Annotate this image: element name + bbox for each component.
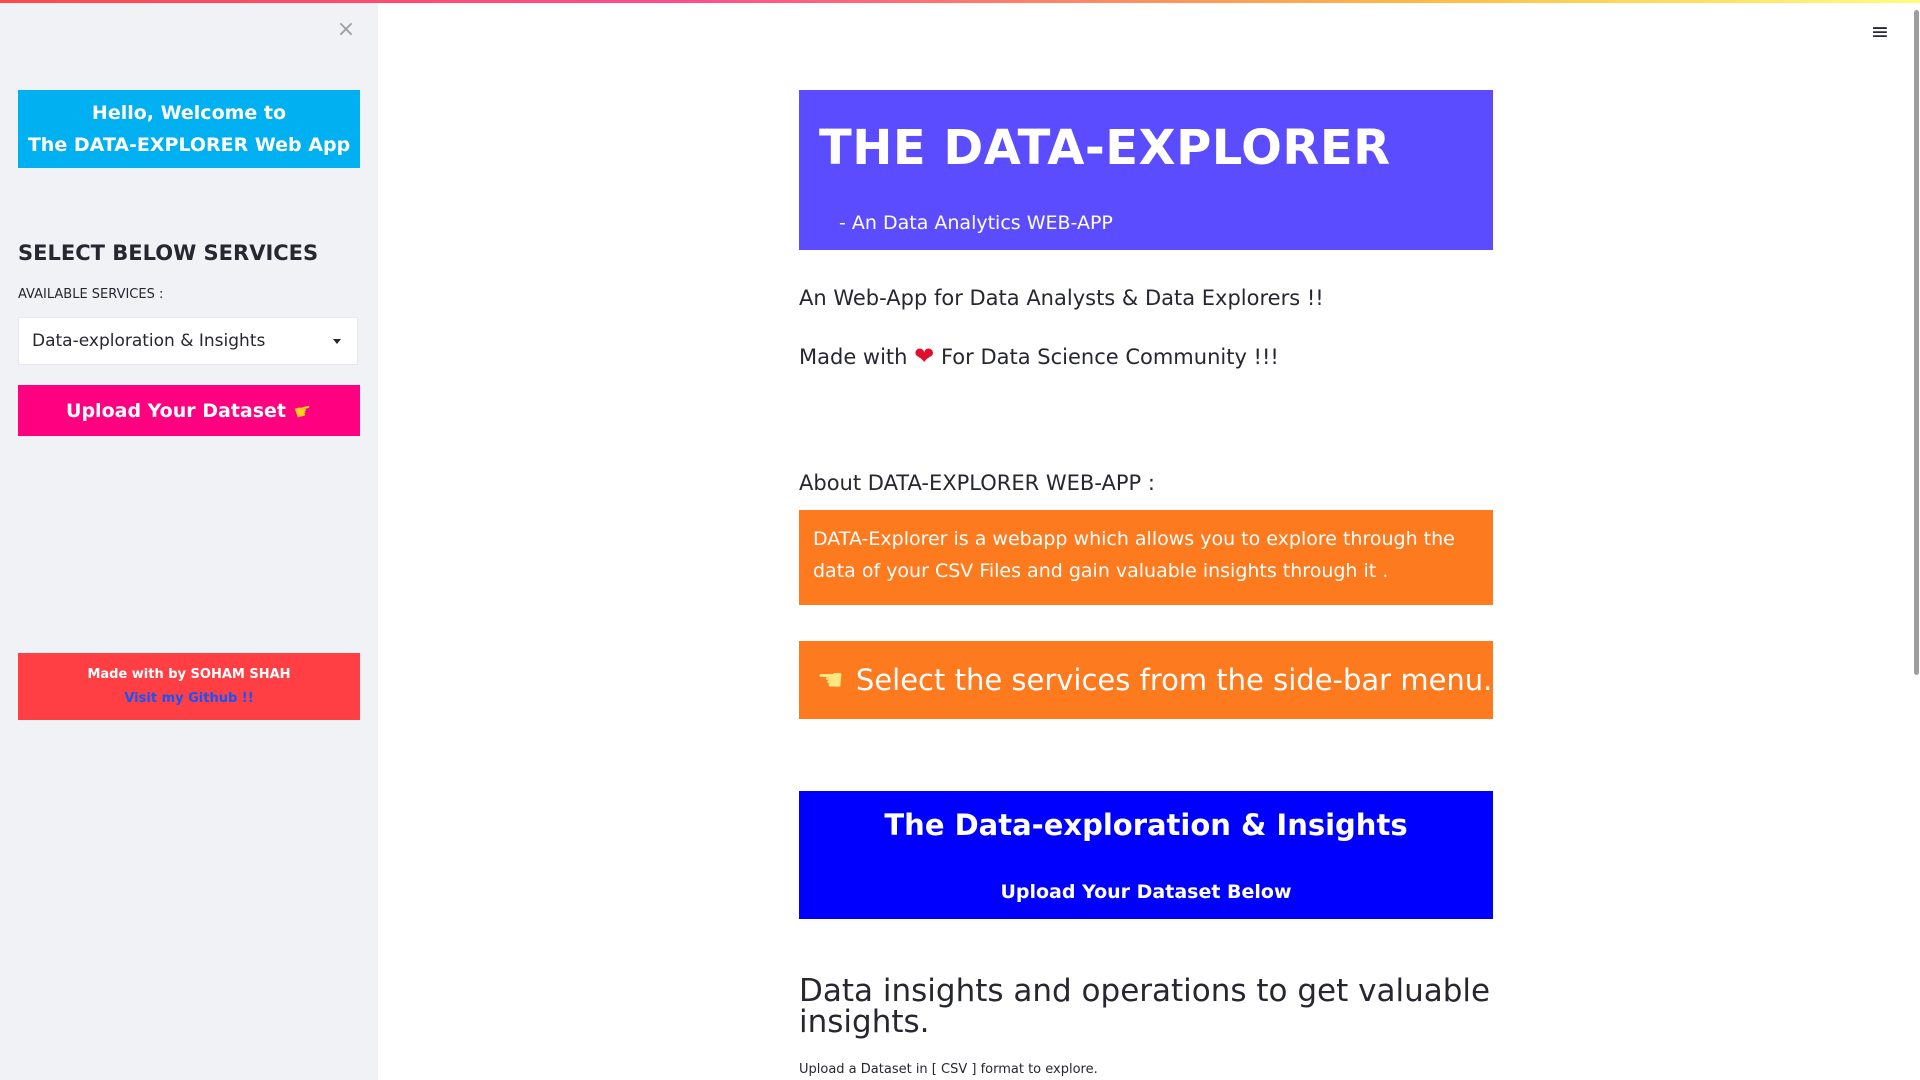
upload-dataset-button[interactable]: Upload Your Dataset ☛ [18,385,360,436]
sidebar-heading: SELECT BELOW SERVICES [18,241,319,265]
close-sidebar-icon[interactable]: × [333,17,359,43]
caret-down-icon [333,339,341,344]
welcome-line-2: The DATA-EXPLORER Web App [27,134,351,156]
sidebar: × Hello, Welcome to The DATA-EXPLORER We… [0,3,378,1080]
about-description-box: DATA-Explorer is a webapp which allows y… [799,510,1493,605]
insights-heading: Data insights and operations to get valu… [799,973,1491,1040]
services-select[interactable]: Data-exploration & Insights [18,317,358,365]
section-title: The Data-exploration & Insights [884,808,1408,842]
made-with-prefix: Made with [799,345,908,369]
pointing-hand-left-icon: ☛ [817,662,844,698]
services-select-label: AVAILABLE SERVICES : [18,287,164,302]
scrollbar-thumb[interactable] [1914,10,1919,675]
section-subtitle: Upload Your Dataset Below [1000,881,1292,903]
csv-format-note: Upload a Dataset in [ CSV ] format to ex… [799,1062,1098,1077]
welcome-banner: Hello, Welcome to The DATA-EXPLORER Web … [18,90,360,168]
select-services-banner: ☛ Select the services from the side-bar … [799,641,1493,719]
intro-text: An Web-App for Data Analysts & Data Expl… [799,286,1324,310]
welcome-line-1: Hello, Welcome to [91,102,287,124]
select-services-text: Select the services from the side-bar me… [855,663,1493,697]
made-with-suffix: For Data Science Community !!! [940,345,1279,369]
page-subtitle: - An Data Analytics WEB-APP [839,212,1113,234]
section-banner: The Data-exploration & Insights Upload Y… [799,791,1493,919]
github-link[interactable]: Visit my Github !! [18,687,360,711]
main-menu-icon[interactable]: ≡ [1867,20,1893,46]
made-with-text: Made with by SOHAM SHAH [87,666,291,682]
made-with-line: Made with ❤ For Data Science Community !… [799,342,1279,370]
made-with-footer: Made with by SOHAM SHAH Visit my Github … [18,653,360,720]
pointing-hand-icon: ☛ [291,396,315,425]
heart-icon: ❤ [914,342,935,370]
page-title: THE DATA-EXPLORER [819,120,1391,176]
hero-banner: THE DATA-EXPLORER - An Data Analytics WE… [799,90,1493,250]
services-select-value: Data-exploration & Insights [32,331,266,351]
upload-button-label: Upload Your Dataset [66,399,287,422]
about-heading: About DATA-EXPLORER WEB-APP : [799,471,1155,495]
